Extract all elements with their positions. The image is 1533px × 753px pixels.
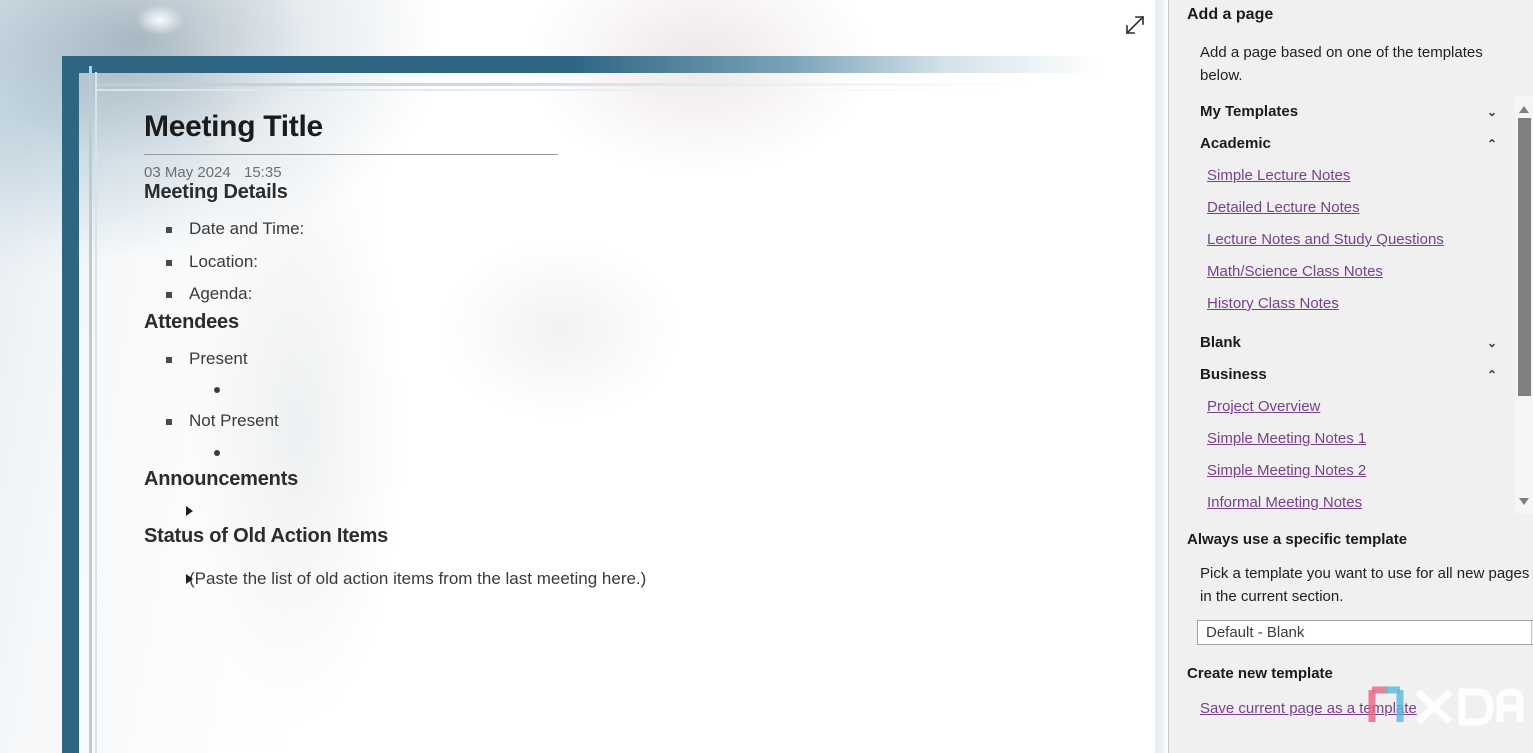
frame-top-rule-inner [95,89,1166,91]
list-item[interactable]: Agenda: [166,278,1044,311]
canvas-gutter [1155,0,1168,753]
template-link-project-overview[interactable]: Project Overview [1169,391,1533,423]
frame-top-rule [89,83,1166,86]
announcements-empty-item[interactable] [144,503,1044,525]
chevron-down-icon[interactable]: ⌄ [1487,96,1497,128]
template-list-scrollbar[interactable] [1515,96,1533,514]
template-link-simple-meeting-notes-1[interactable]: Simple Meeting Notes 1 [1169,423,1533,455]
template-link-detailed-lecture-notes[interactable]: Detailed Lecture Notes [1169,192,1533,224]
template-link-history-class-notes[interactable]: History Class Notes [1169,288,1533,320]
group-header-blank[interactable]: Blank ⌄ [1169,327,1533,359]
scrollbar-thumb[interactable] [1518,118,1531,396]
heading-attendees: Attendees [144,310,239,333]
list-item-present[interactable]: Present [166,343,1044,376]
page-time[interactable]: 15:35 [244,164,282,181]
heading-create-new-template: Create new template [1187,665,1333,682]
group-label: Business [1200,366,1267,383]
scroll-down-arrow-icon[interactable] [1515,492,1533,510]
present-sublist [144,375,1044,405]
scroll-up-arrow-icon[interactable] [1515,100,1533,118]
group-label: Blank [1200,334,1241,351]
default-template-select[interactable]: Default - Blank [1197,620,1533,645]
title-underline [144,154,558,155]
status-placeholder-text[interactable]: (Paste the list of old action items from… [144,564,1044,594]
pane-title: Add a page [1187,6,1274,23]
page-title[interactable]: Meeting Title [144,110,1044,143]
templates-task-pane: Add a page Add a page based on one of th… [1169,0,1533,753]
list-item-empty[interactable] [214,438,1044,468]
note-page-canvas[interactable]: Meeting Title 03 May 2024 15:35 Meeting … [0,0,1166,753]
heading-status-of-old-action-items: Status of Old Action Items [144,524,389,547]
template-link-math-science-class-notes[interactable]: Math/Science Class Notes [1169,256,1533,288]
frame-top-bar [62,56,1166,73]
onenote-window: Meeting Title 03 May 2024 15:35 Meeting … [0,0,1533,753]
frame-left-rule [89,66,92,753]
meeting-details-list: Date and Time: Location: Agenda: [144,213,1044,311]
group-label: Academic [1200,135,1271,152]
group-header-business[interactable]: Business ⌃ [1169,359,1533,391]
always-use-description: Pick a template you want to use for all … [1200,565,1530,605]
template-group-list: My Templates ⌄ Academic ⌃ Simple Lecture… [1169,96,1533,514]
page-date[interactable]: 03 May 2024 [144,164,244,181]
attendees-list: Present [144,343,1044,376]
group-label: My Templates [1200,103,1299,120]
not-present-list: Not Present [144,405,1044,438]
group-header-my-templates[interactable]: My Templates ⌄ [1169,96,1533,128]
list-item-empty[interactable] [214,375,1044,405]
template-link-simple-meeting-notes-2[interactable]: Simple Meeting Notes 2 [1169,455,1533,487]
note-content: Meeting Title 03 May 2024 15:35 Meeting … [144,110,1044,594]
frame-left-bar [62,56,79,753]
template-link-simple-lecture-notes[interactable]: Simple Lecture Notes [1169,160,1533,192]
list-item[interactable]: Location: [166,246,1044,279]
pane-description: Add a page based on one of the templates… [1200,44,1483,84]
heading-always-use-specific-template: Always use a specific template [1187,531,1408,548]
chevron-down-icon[interactable]: ⌄ [1487,327,1497,359]
chevron-up-icon[interactable]: ⌃ [1487,359,1497,391]
heading-meeting-details: Meeting Details [144,181,288,203]
expand-diagonal-icon[interactable] [1122,12,1148,38]
group-header-academic[interactable]: Academic ⌃ [1169,128,1533,160]
chevron-up-icon[interactable]: ⌃ [1487,128,1497,160]
template-link-informal-meeting-notes[interactable]: Informal Meeting Notes [1169,487,1533,519]
frame-left-rule-inner [95,72,97,753]
default-template-value: Default - Blank [1206,624,1305,641]
heading-announcements: Announcements [144,467,299,490]
list-item-not-present[interactable]: Not Present [166,405,1044,438]
save-current-page-as-template-link[interactable]: Save current page as a template [1200,700,1417,717]
list-item[interactable]: Date and Time: [166,213,1044,246]
not-present-sublist [144,438,1044,468]
template-link-lecture-notes-and-study-questions[interactable]: Lecture Notes and Study Questions [1169,224,1533,256]
page-datetime: 03 May 2024 15:35 [144,164,1044,181]
